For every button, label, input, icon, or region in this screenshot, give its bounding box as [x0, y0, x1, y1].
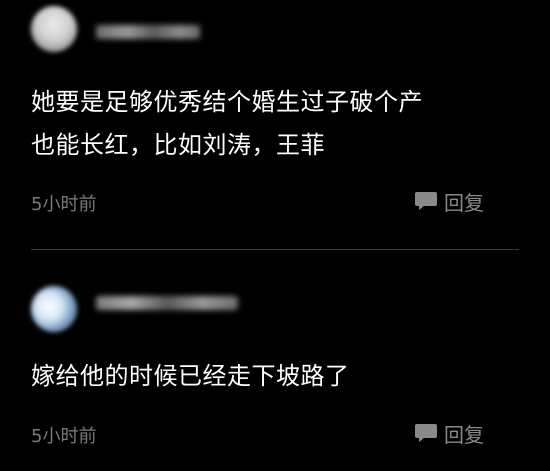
comment-item: 她要是足够优秀结个婚生过子破个产 也能长红，比如刘涛，王菲 5小时前 回复 — [0, 0, 550, 250]
comment-text-line: 她要是足够优秀结个婚生过子破个产 — [31, 88, 423, 116]
avatar[interactable] — [31, 6, 77, 52]
username-blurred[interactable] — [96, 25, 200, 39]
comment-text: 她要是足够优秀结个婚生过子破个产 也能长红，比如刘涛，王菲 — [31, 81, 423, 167]
comment-text: 嫁给他的时候已经走下坡路了 — [31, 355, 350, 398]
speech-bubble-icon — [415, 424, 437, 442]
reply-label: 回复 — [444, 422, 484, 447]
comment-text-line: 嫁给他的时候已经走下坡路了 — [31, 362, 350, 390]
reply-label: 回复 — [444, 190, 484, 215]
speech-bubble-icon — [415, 192, 437, 210]
comment-text-line: 也能长红，比如刘涛，王菲 — [31, 131, 325, 159]
divider — [31, 249, 519, 250]
comment-timestamp: 5小时前 — [31, 194, 97, 215]
comment-timestamp: 5小时前 — [31, 426, 97, 447]
username-blurred[interactable] — [96, 296, 238, 310]
reply-button[interactable]: 回复 — [414, 420, 484, 447]
reply-button[interactable]: 回复 — [414, 188, 484, 215]
avatar[interactable] — [31, 286, 77, 332]
